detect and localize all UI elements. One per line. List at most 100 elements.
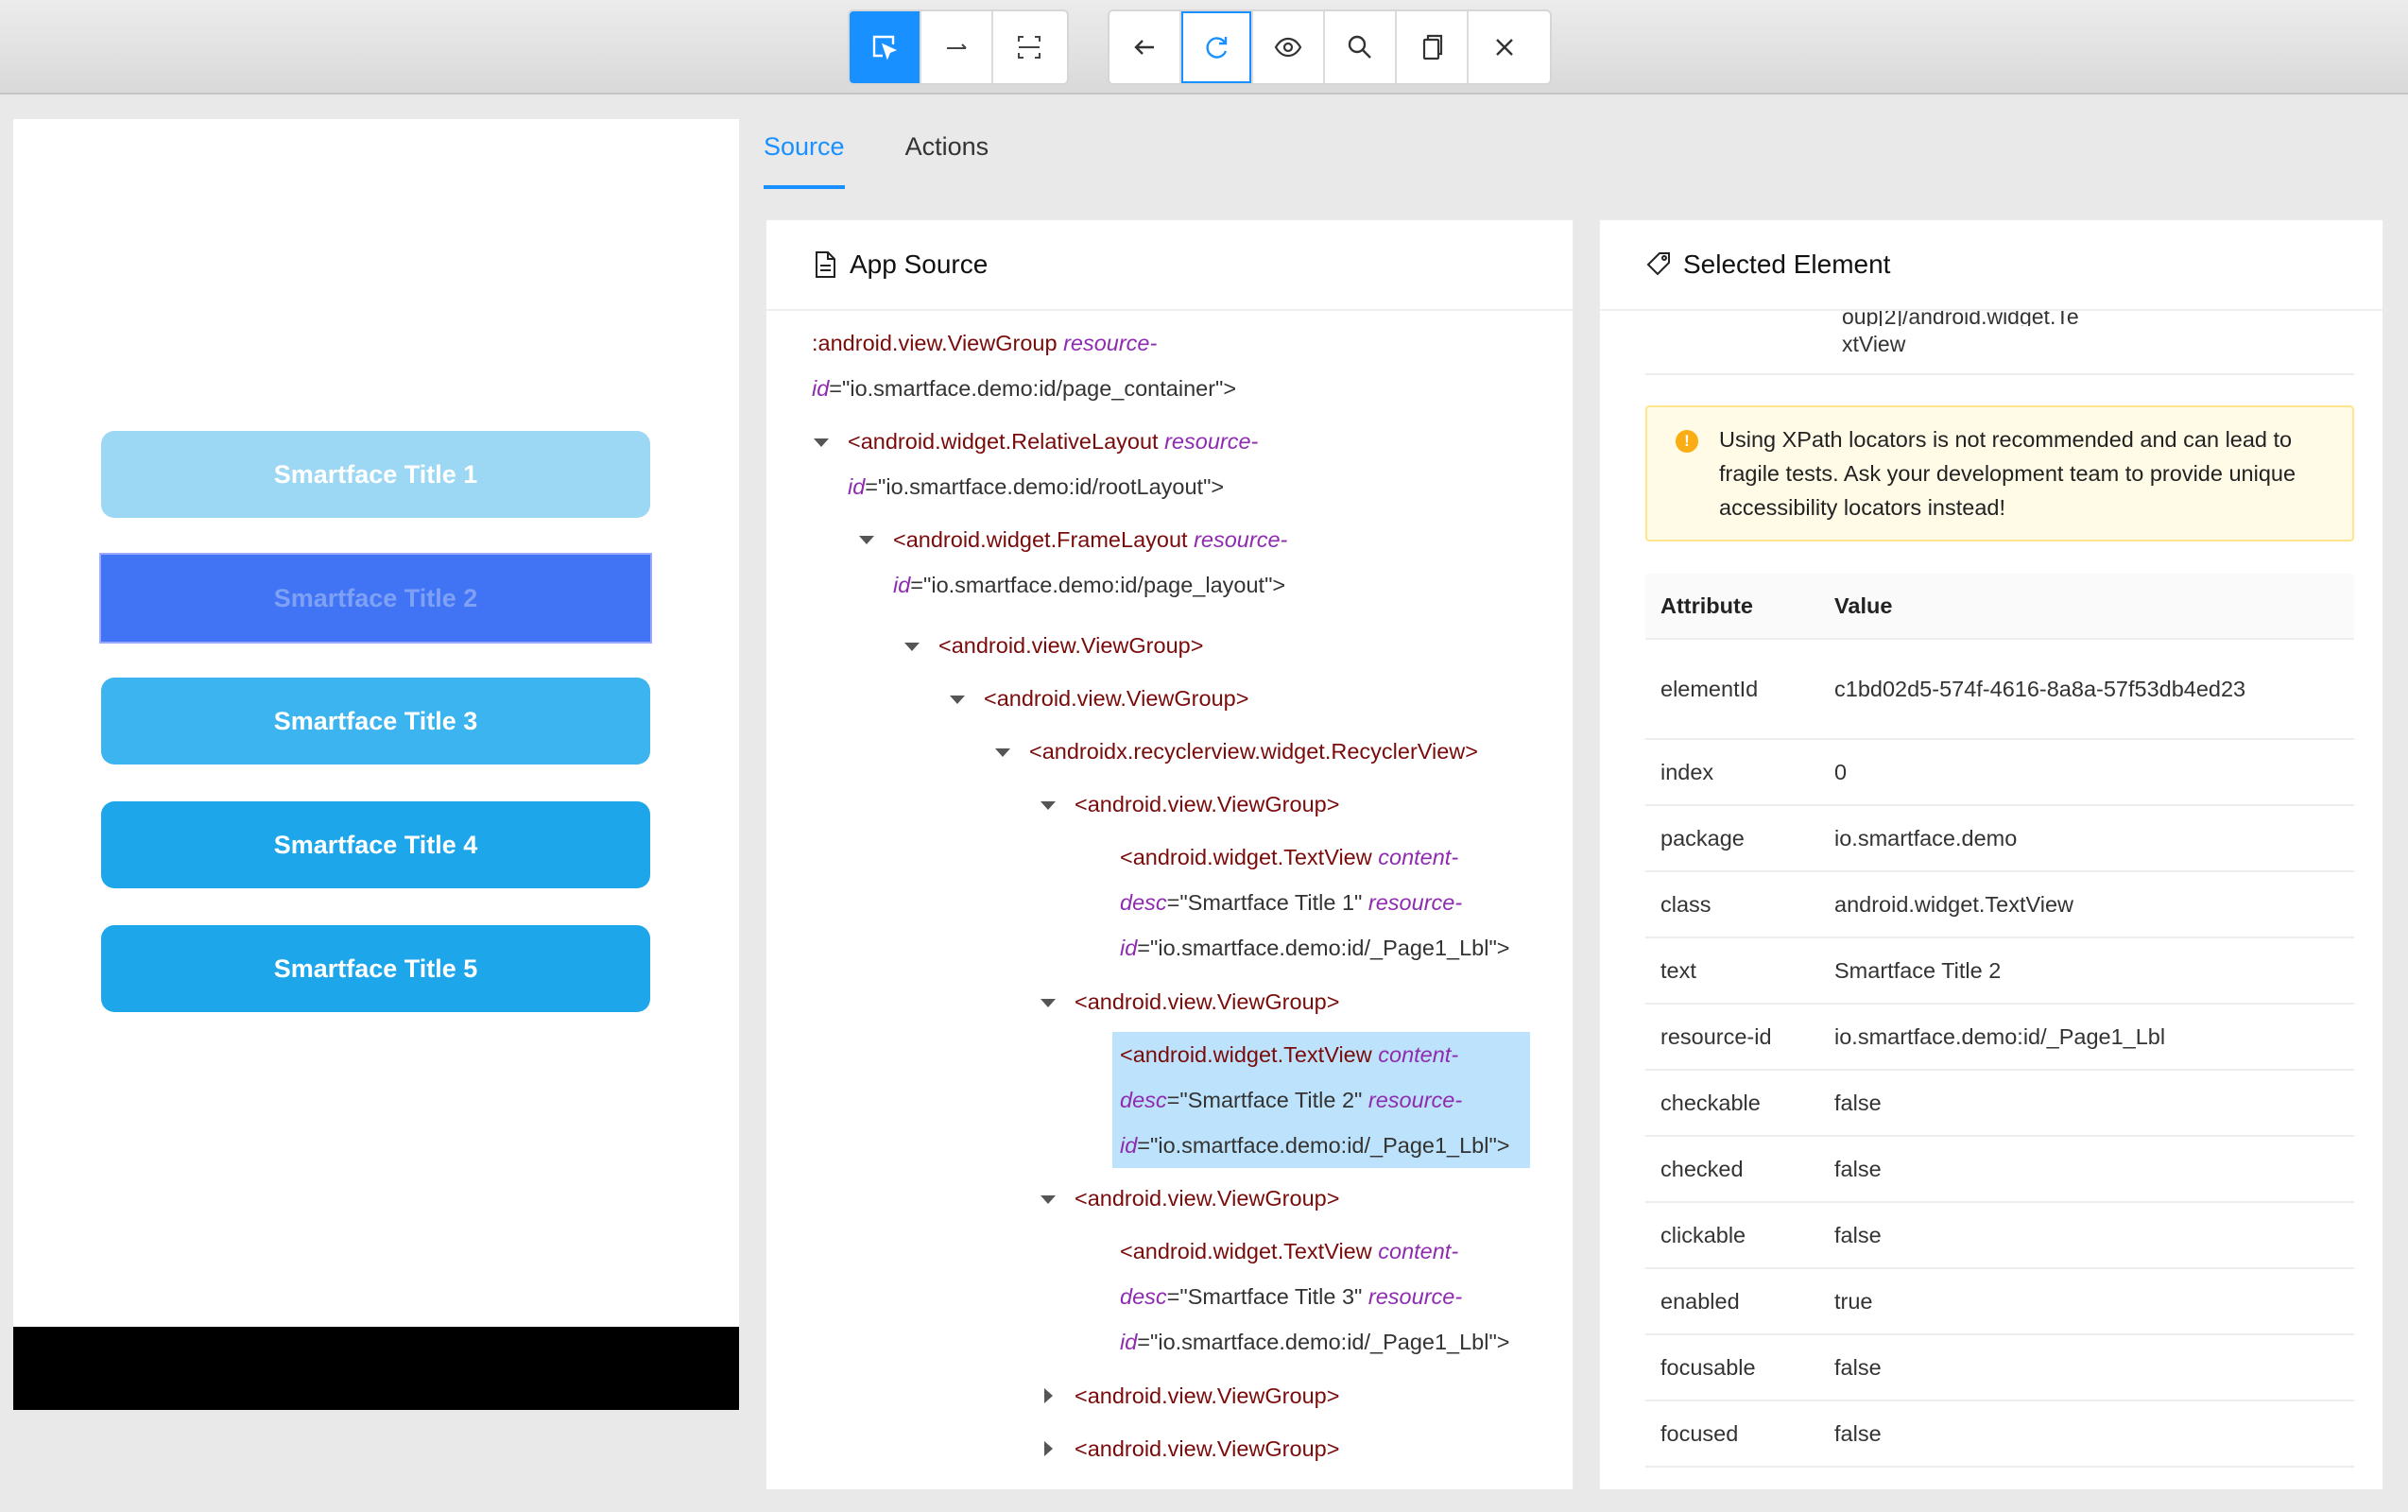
tree-tag: <android.widget.RelativeLayout [848, 429, 1159, 454]
app-source-header: App Source [766, 220, 1573, 311]
app-source-title: App Source [850, 249, 989, 279]
device-button-title-2[interactable]: Smartface Title 2 [99, 553, 652, 644]
tree-tag: :android.view.ViewGroup [812, 331, 1058, 355]
tree-node-textview-1[interactable]: <android.widget.TextView content- desc="… [1120, 834, 1510, 971]
collapse-caret-icon[interactable] [1041, 999, 1056, 1007]
tree-value: ="Smartface Title 1" [1166, 890, 1363, 915]
collapse-caret-icon[interactable] [950, 696, 965, 704]
attribute-value: io.smartface.demo [1834, 826, 2018, 850]
device-screenshot[interactable]: Smartface Title 1 Smartface Title 2 Smar… [13, 119, 739, 1410]
tag-icon [1646, 252, 1670, 276]
tap-coordinates-button[interactable] [993, 11, 1065, 83]
swipe-icon [947, 43, 967, 49]
tree-attr: desc [1120, 1284, 1167, 1309]
collapse-caret-icon[interactable] [814, 438, 829, 447]
table-row[interactable]: resource-id io.smartface.demo:id/_Page1_… [1645, 1005, 2354, 1071]
tree-attr: content- [1378, 1239, 1459, 1263]
file-icon [816, 251, 835, 278]
refresh-icon [1206, 37, 1228, 59]
xpath-value[interactable]: oup[2]/android.widget.Te xtView [1842, 311, 2079, 362]
interaction-mode-group [848, 9, 1069, 85]
select-elements-button[interactable] [850, 11, 921, 83]
search-element-button[interactable] [1325, 11, 1397, 83]
table-row[interactable]: checked false [1645, 1137, 2354, 1203]
attribute-value: true [1834, 1289, 1873, 1314]
tree-attr: resource- [1164, 429, 1259, 454]
collapse-caret-icon[interactable] [995, 748, 1010, 757]
attribute-name: class [1660, 891, 1711, 917]
attribute-name: enabled [1660, 1288, 1740, 1314]
app-actions-group [1108, 9, 1552, 85]
tab-actions[interactable]: Actions [905, 132, 989, 189]
tree-node-page-layout[interactable]: <android.widget.FrameLayout resource- id… [893, 517, 1287, 608]
close-icon [1496, 39, 1513, 56]
toolbar [0, 0, 2408, 94]
tree-node-viewgroup[interactable]: <android.view.ViewGroup> [1075, 1176, 1339, 1221]
table-row[interactable]: text Smartface Title 2 [1645, 938, 2354, 1005]
xpath-warning-text: Using XPath locators is not recommended … [1719, 427, 2296, 520]
back-button[interactable] [1109, 11, 1181, 83]
attributes-table: Attribute Value elementId c1bd02d5-574f-… [1645, 574, 2354, 1468]
tree-node-viewgroup[interactable]: <android.view.ViewGroup> [1075, 1426, 1339, 1471]
collapse-caret-icon[interactable] [1041, 801, 1056, 810]
table-row[interactable]: enabled true [1645, 1269, 2354, 1335]
divider [1645, 373, 2354, 375]
table-row[interactable]: elementId c1bd02d5-574f-4616-8a8a-57f53d… [1645, 640, 2354, 740]
collapse-caret-icon[interactable] [859, 536, 874, 544]
tree-node-textview-3[interactable]: <android.widget.TextView content- desc="… [1120, 1228, 1510, 1365]
selected-element-panel: Selected Element oup[2]/android.widget.T… [1599, 219, 2383, 1490]
attribute-name: focusable [1660, 1354, 1756, 1380]
tree-node-viewgroup[interactable]: <android.view.ViewGroup> [1075, 782, 1339, 827]
collapse-caret-icon[interactable] [904, 643, 920, 651]
tree-node-root-layout[interactable]: <android.widget.RelativeLayout resource-… [848, 419, 1258, 509]
copy-xml-button[interactable] [1397, 11, 1469, 83]
tree-attr: id [1120, 936, 1138, 960]
attribute-value: false [1834, 1157, 1882, 1181]
tree-tag: <android.widget.TextView [1120, 1042, 1372, 1067]
tab-source[interactable]: Source [764, 132, 845, 189]
table-row[interactable]: focused false [1645, 1401, 2354, 1468]
attribute-name: package [1660, 825, 1745, 850]
table-row[interactable]: checkable false [1645, 1071, 2354, 1137]
toggle-visibility-button[interactable] [1253, 11, 1325, 83]
attribute-value: false [1834, 1223, 1882, 1247]
table-row[interactable]: focusable false [1645, 1335, 2354, 1401]
attribute-value: android.widget.TextView [1834, 892, 2073, 917]
tree-node-viewgroup[interactable]: <android.view.ViewGroup> [984, 676, 1248, 721]
expand-caret-icon[interactable] [1044, 1441, 1053, 1456]
quit-session-button[interactable] [1469, 11, 1540, 83]
refresh-source-button[interactable] [1181, 11, 1253, 83]
table-row[interactable]: package io.smartface.demo [1645, 806, 2354, 872]
attribute-name: checked [1660, 1156, 1744, 1181]
table-row[interactable]: clickable false [1645, 1203, 2354, 1269]
column-header-attribute: Attribute [1660, 593, 1753, 618]
tree-node-viewgroup[interactable]: <android.view.ViewGroup> [1075, 979, 1339, 1024]
attribute-value: 0 [1834, 760, 1848, 784]
tree-node-textview-2-selected[interactable]: <android.widget.TextView content- desc="… [1112, 1032, 1530, 1168]
tree-node-viewgroup[interactable]: <android.view.ViewGroup> [1075, 1373, 1339, 1418]
tree-value: ="io.smartface.demo:id/page_layout"> [910, 573, 1286, 597]
tree-value: ="Smartface Title 3" [1166, 1284, 1363, 1309]
attribute-name: resource-id [1660, 1023, 1772, 1049]
collapse-caret-icon[interactable] [1041, 1195, 1056, 1204]
device-button-title-4[interactable]: Smartface Title 4 [101, 801, 650, 888]
tree-tag: <android.view.ViewGroup> [984, 686, 1249, 711]
device-button-title-5[interactable]: Smartface Title 5 [101, 925, 650, 1012]
swipe-button[interactable] [921, 11, 993, 83]
table-row[interactable]: class android.widget.TextView [1645, 872, 2354, 938]
table-row[interactable]: index 0 [1645, 740, 2354, 806]
tree-attr: id [893, 573, 911, 597]
tree-attr: resource- [1367, 890, 1463, 915]
tree-node-recyclerview[interactable]: <androidx.recyclerview.widget.RecyclerVi… [1029, 729, 1478, 774]
tree-tag: <android.view.ViewGroup> [938, 633, 1204, 658]
expand-caret-icon[interactable] [1044, 1388, 1053, 1403]
tree-node-page-container[interactable]: :android.view.ViewGroup resource- id="io… [812, 320, 1236, 411]
attribute-name: elementId [1660, 676, 1759, 701]
device-button-title-1[interactable]: Smartface Title 1 [101, 431, 650, 518]
attribute-name: clickable [1660, 1222, 1746, 1247]
back-arrow-icon [1134, 40, 1154, 55]
device-button-title-3[interactable]: Smartface Title 3 [101, 678, 650, 765]
attribute-value: false [1834, 1091, 1882, 1115]
attribute-name: checkable [1660, 1090, 1761, 1115]
tree-node-viewgroup[interactable]: <android.view.ViewGroup> [938, 623, 1203, 668]
